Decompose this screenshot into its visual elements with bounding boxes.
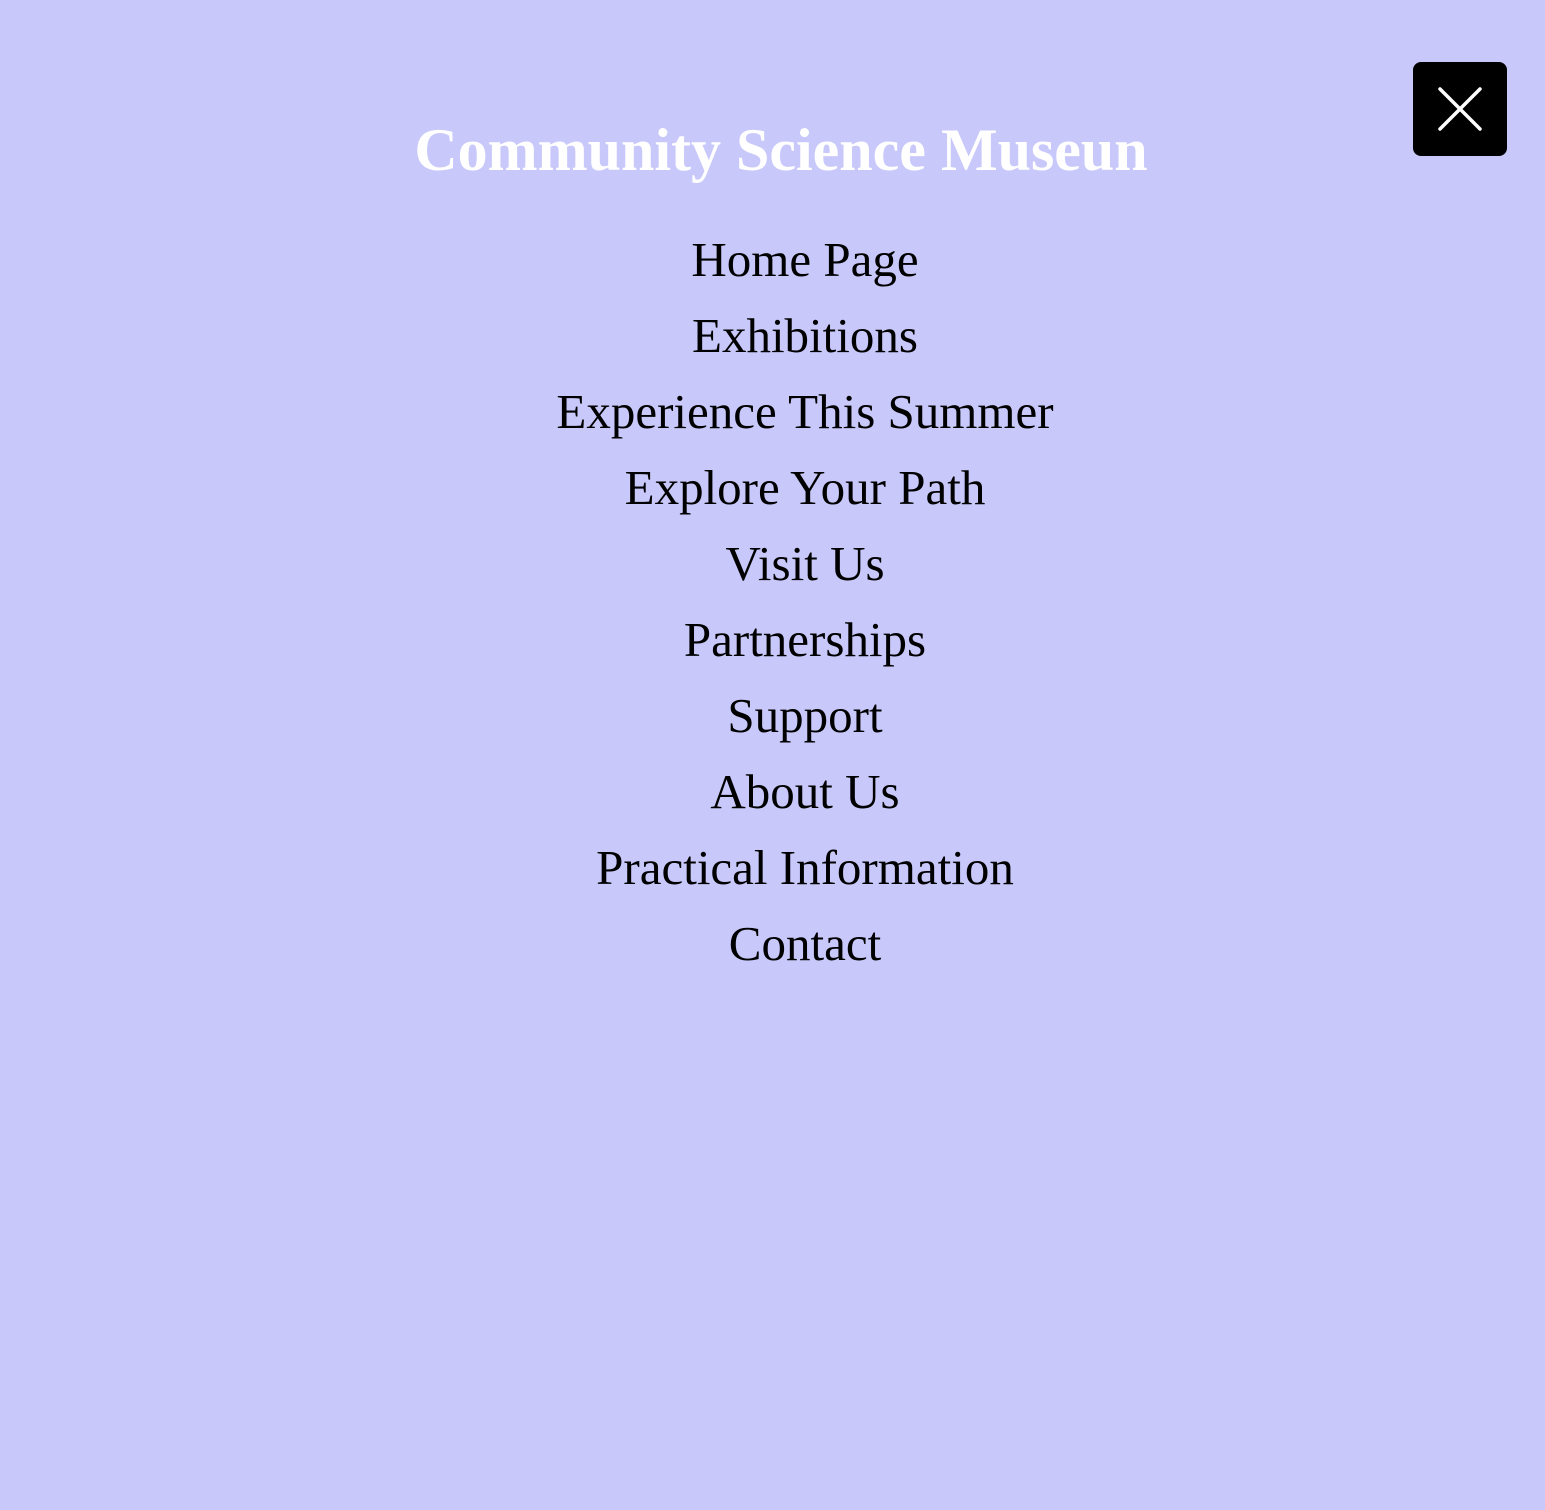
site-title: Community Science Museun (414, 117, 1148, 183)
menu-link-contact[interactable]: Contact (729, 906, 881, 982)
menu-link-partnerships[interactable]: Partnerships (684, 602, 926, 678)
menu-link-explore-your-path[interactable]: Explore Your Path (625, 450, 986, 526)
main-menu: Home Page Exhibitions Experience This Su… (0, 222, 1545, 982)
menu-link-home-page[interactable]: Home Page (691, 222, 918, 298)
menu-link-exhibitions[interactable]: Exhibitions (692, 298, 918, 374)
menu-link-about-us[interactable]: About Us (710, 754, 899, 830)
navigation-overlay: Community Science Museun Home Page Exhib… (0, 0, 1545, 1510)
menu-item-visit-us: Visit Us (0, 526, 1545, 602)
menu-link-support[interactable]: Support (727, 678, 882, 754)
menu-link-experience-this-summer[interactable]: Experience This Summer (556, 374, 1053, 450)
menu-item-contact: Contact (0, 906, 1545, 982)
menu-link-practical-information[interactable]: Practical Information (596, 830, 1014, 906)
menu-item-experience-this-summer: Experience This Summer (0, 374, 1545, 450)
menu-item-exhibitions: Exhibitions (0, 298, 1545, 374)
menu-item-practical-information: Practical Information (0, 830, 1545, 906)
menu-item-partnerships: Partnerships (0, 602, 1545, 678)
menu-item-home-page: Home Page (0, 222, 1545, 298)
menu-item-support: Support (0, 678, 1545, 754)
menu-item-explore-your-path: Explore Your Path (0, 450, 1545, 526)
menu-link-visit-us[interactable]: Visit Us (725, 526, 884, 602)
menu-item-about-us: About Us (0, 754, 1545, 830)
